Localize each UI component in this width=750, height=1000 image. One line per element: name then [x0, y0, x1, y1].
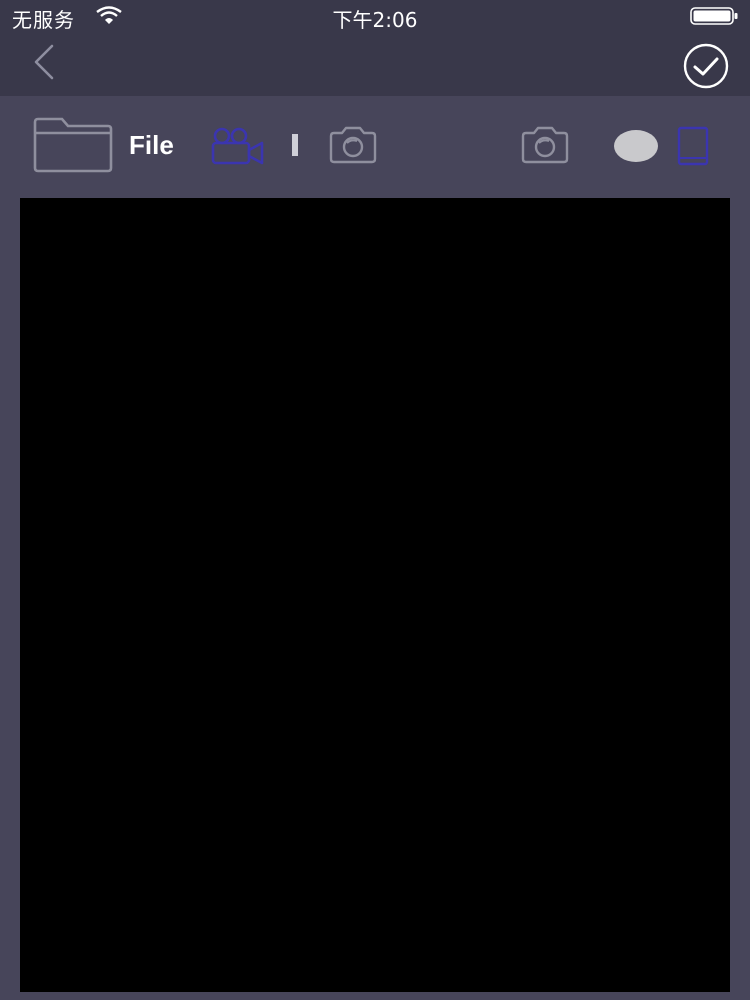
folder-button[interactable]	[32, 116, 114, 174]
checkmark-circle-icon	[683, 43, 729, 89]
record-button[interactable]	[614, 130, 658, 162]
device-orientation-button[interactable]	[676, 126, 710, 166]
video-mode-button[interactable]	[210, 126, 266, 166]
screen: 无服务 下午2:06 File	[0, 0, 750, 1000]
status-bar: 无服务 下午2:06	[0, 0, 750, 32]
mode-divider	[292, 134, 298, 156]
clock-label: 下午2:06	[332, 8, 418, 32]
camera-preview[interactable]	[20, 198, 730, 992]
file-label[interactable]: File	[129, 130, 174, 161]
toolbar: File	[0, 96, 750, 196]
photo-mode-button[interactable]	[328, 126, 378, 164]
video-camera-icon	[211, 127, 264, 165]
back-button[interactable]	[24, 42, 68, 86]
folder-icon	[33, 117, 113, 173]
battery-icon	[690, 7, 738, 25]
camera-icon	[521, 126, 569, 164]
switch-camera-button[interactable]	[520, 126, 570, 164]
tablet-icon	[677, 126, 709, 166]
done-button[interactable]	[682, 42, 730, 90]
camera-icon	[329, 126, 377, 164]
navigation-bar	[0, 32, 750, 96]
chevron-left-icon	[34, 44, 54, 80]
